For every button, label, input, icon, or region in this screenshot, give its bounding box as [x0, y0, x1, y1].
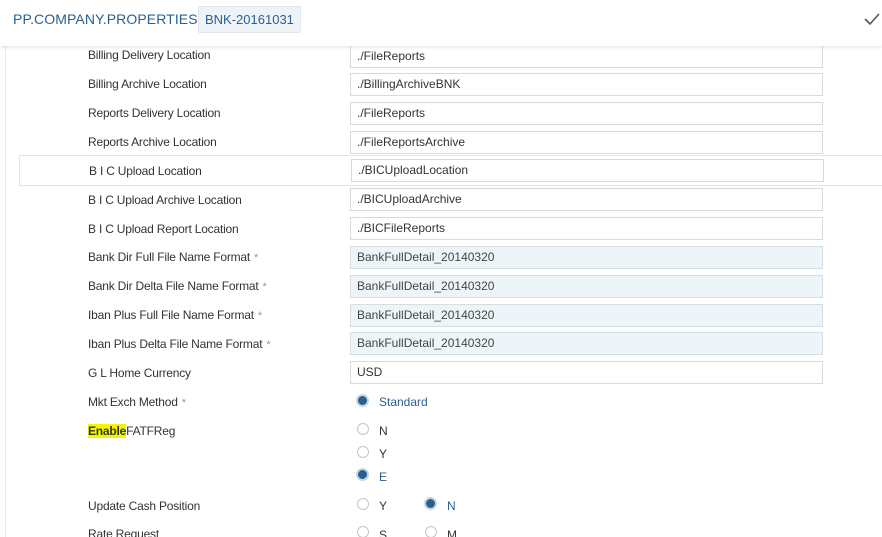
field-label: Billing Archive Location [88, 77, 207, 91]
checkmark-icon[interactable] [862, 9, 882, 29]
required-marker: * [254, 252, 259, 264]
field-label: B I C Upload Archive Location [88, 193, 242, 207]
required-marker: * [257, 310, 262, 322]
gl-home-currency-input[interactable]: USD [350, 361, 823, 384]
reports-delivery-location-input[interactable]: ./FileReports [350, 102, 823, 125]
form-row: Reports Archive Location ./FileReportsAr… [0, 128, 882, 157]
form-row: Iban Plus Full File Name Format * BankFul… [0, 302, 882, 331]
field-label: Bank Dir Full File Name Format * [88, 250, 259, 264]
radio-update-cash-y[interactable] [357, 498, 369, 510]
radio-update-cash-n[interactable] [424, 497, 437, 510]
form-row: Mkt Exch Method * Standard [0, 389, 882, 418]
bank-dir-delta-file-name-format-input[interactable]: BankFullDetail_20140320 [350, 275, 823, 298]
radio-rate-request-m[interactable] [425, 526, 437, 537]
radio-label-e: E [379, 470, 388, 484]
form-row: Rate Request S M [0, 521, 882, 537]
radio-label-y: Y [379, 499, 388, 513]
required-marker: * [181, 397, 186, 409]
app-header: PP.COMPANY.PROPERTIES BNK-20161031 [0, 0, 882, 46]
form-row: Iban Plus Delta File Name Format * BankFu… [0, 331, 882, 360]
field-label: EnableFATFReg [88, 424, 176, 438]
record-id-badge[interactable]: BNK-20161031 [198, 6, 301, 33]
radio-label-y: Y [379, 447, 388, 461]
form-row: B I C Upload Archive Location ./BICUploa… [0, 186, 882, 215]
radio-mkt-exch-standard[interactable] [356, 394, 369, 407]
bic-upload-location-input[interactable]: ./BICUploadLocation [351, 159, 824, 182]
form-row: Bank Dir Delta File Name Format * BankFul… [0, 273, 882, 302]
field-label: Bank Dir Delta File Name Format * [88, 279, 267, 293]
field-label: Iban Plus Delta File Name Format * [88, 337, 271, 351]
radio-rate-request-s[interactable] [357, 526, 369, 537]
field-label: Reports Archive Location [88, 135, 217, 149]
bank-dir-full-file-name-format-input[interactable]: BankFullDetail_20140320 [350, 246, 823, 269]
radio-enable-fatf-n[interactable] [357, 423, 369, 435]
iban-plus-full-file-name-format-input[interactable]: BankFullDetail_20140320 [350, 304, 823, 327]
field-label: G L Home Currency [88, 366, 191, 380]
field-label: Iban Plus Full File Name Format * [88, 308, 262, 322]
radio-enable-fatf-y[interactable] [357, 446, 369, 458]
field-label: B I C Upload Report Location [88, 222, 239, 236]
required-marker: * [266, 339, 271, 351]
form-row: Reports Delivery Location ./FileReports [0, 99, 882, 128]
billing-delivery-location-input[interactable]: ./FileReports [350, 45, 823, 68]
field-label: Mkt Exch Method * [88, 395, 186, 409]
required-marker: * [262, 281, 267, 293]
field-label: B I C Upload Location [89, 164, 202, 178]
bic-upload-report-location-input[interactable]: ./BICFileReports [350, 217, 823, 240]
radio-enable-fatf-e[interactable] [356, 468, 369, 481]
page-title: PP.COMPANY.PROPERTIES [13, 11, 198, 27]
form-row: B I C Upload Report Location ./BICFileRe… [0, 215, 882, 244]
iban-plus-delta-file-name-format-input[interactable]: BankFullDetail_20140320 [350, 332, 823, 355]
form-row: G L Home Currency USD [0, 360, 882, 389]
field-label: Rate Request [88, 527, 159, 537]
form-row-active: B I C Upload Location ./BICUploadLocatio… [19, 155, 882, 186]
bic-upload-archive-location-input[interactable]: ./BICUploadArchive [350, 188, 823, 211]
form-row: Bank Dir Full File Name Format * BankFull… [0, 244, 882, 273]
form-row-enable-fatf-reg: EnableFATFReg N Y E [0, 418, 882, 493]
billing-archive-location-input[interactable]: ./BillingArchiveBNK [350, 73, 823, 96]
radio-label-n: N [447, 499, 456, 513]
radio-label-n: N [379, 424, 388, 438]
field-label: Billing Delivery Location [88, 48, 211, 62]
field-label: Reports Delivery Location [88, 106, 221, 120]
field-label: Update Cash Position [88, 499, 201, 513]
radio-label-s: S [379, 528, 388, 537]
form-row: Billing Archive Location ./BillingArchiv… [0, 70, 882, 99]
highlighted-text: Enable [88, 424, 127, 438]
radio-label-standard: Standard [379, 395, 428, 409]
radio-label-m: M [447, 528, 457, 537]
reports-archive-location-input[interactable]: ./FileReportsArchive [350, 131, 823, 154]
form-row: Update Cash Position Y N [0, 493, 882, 522]
